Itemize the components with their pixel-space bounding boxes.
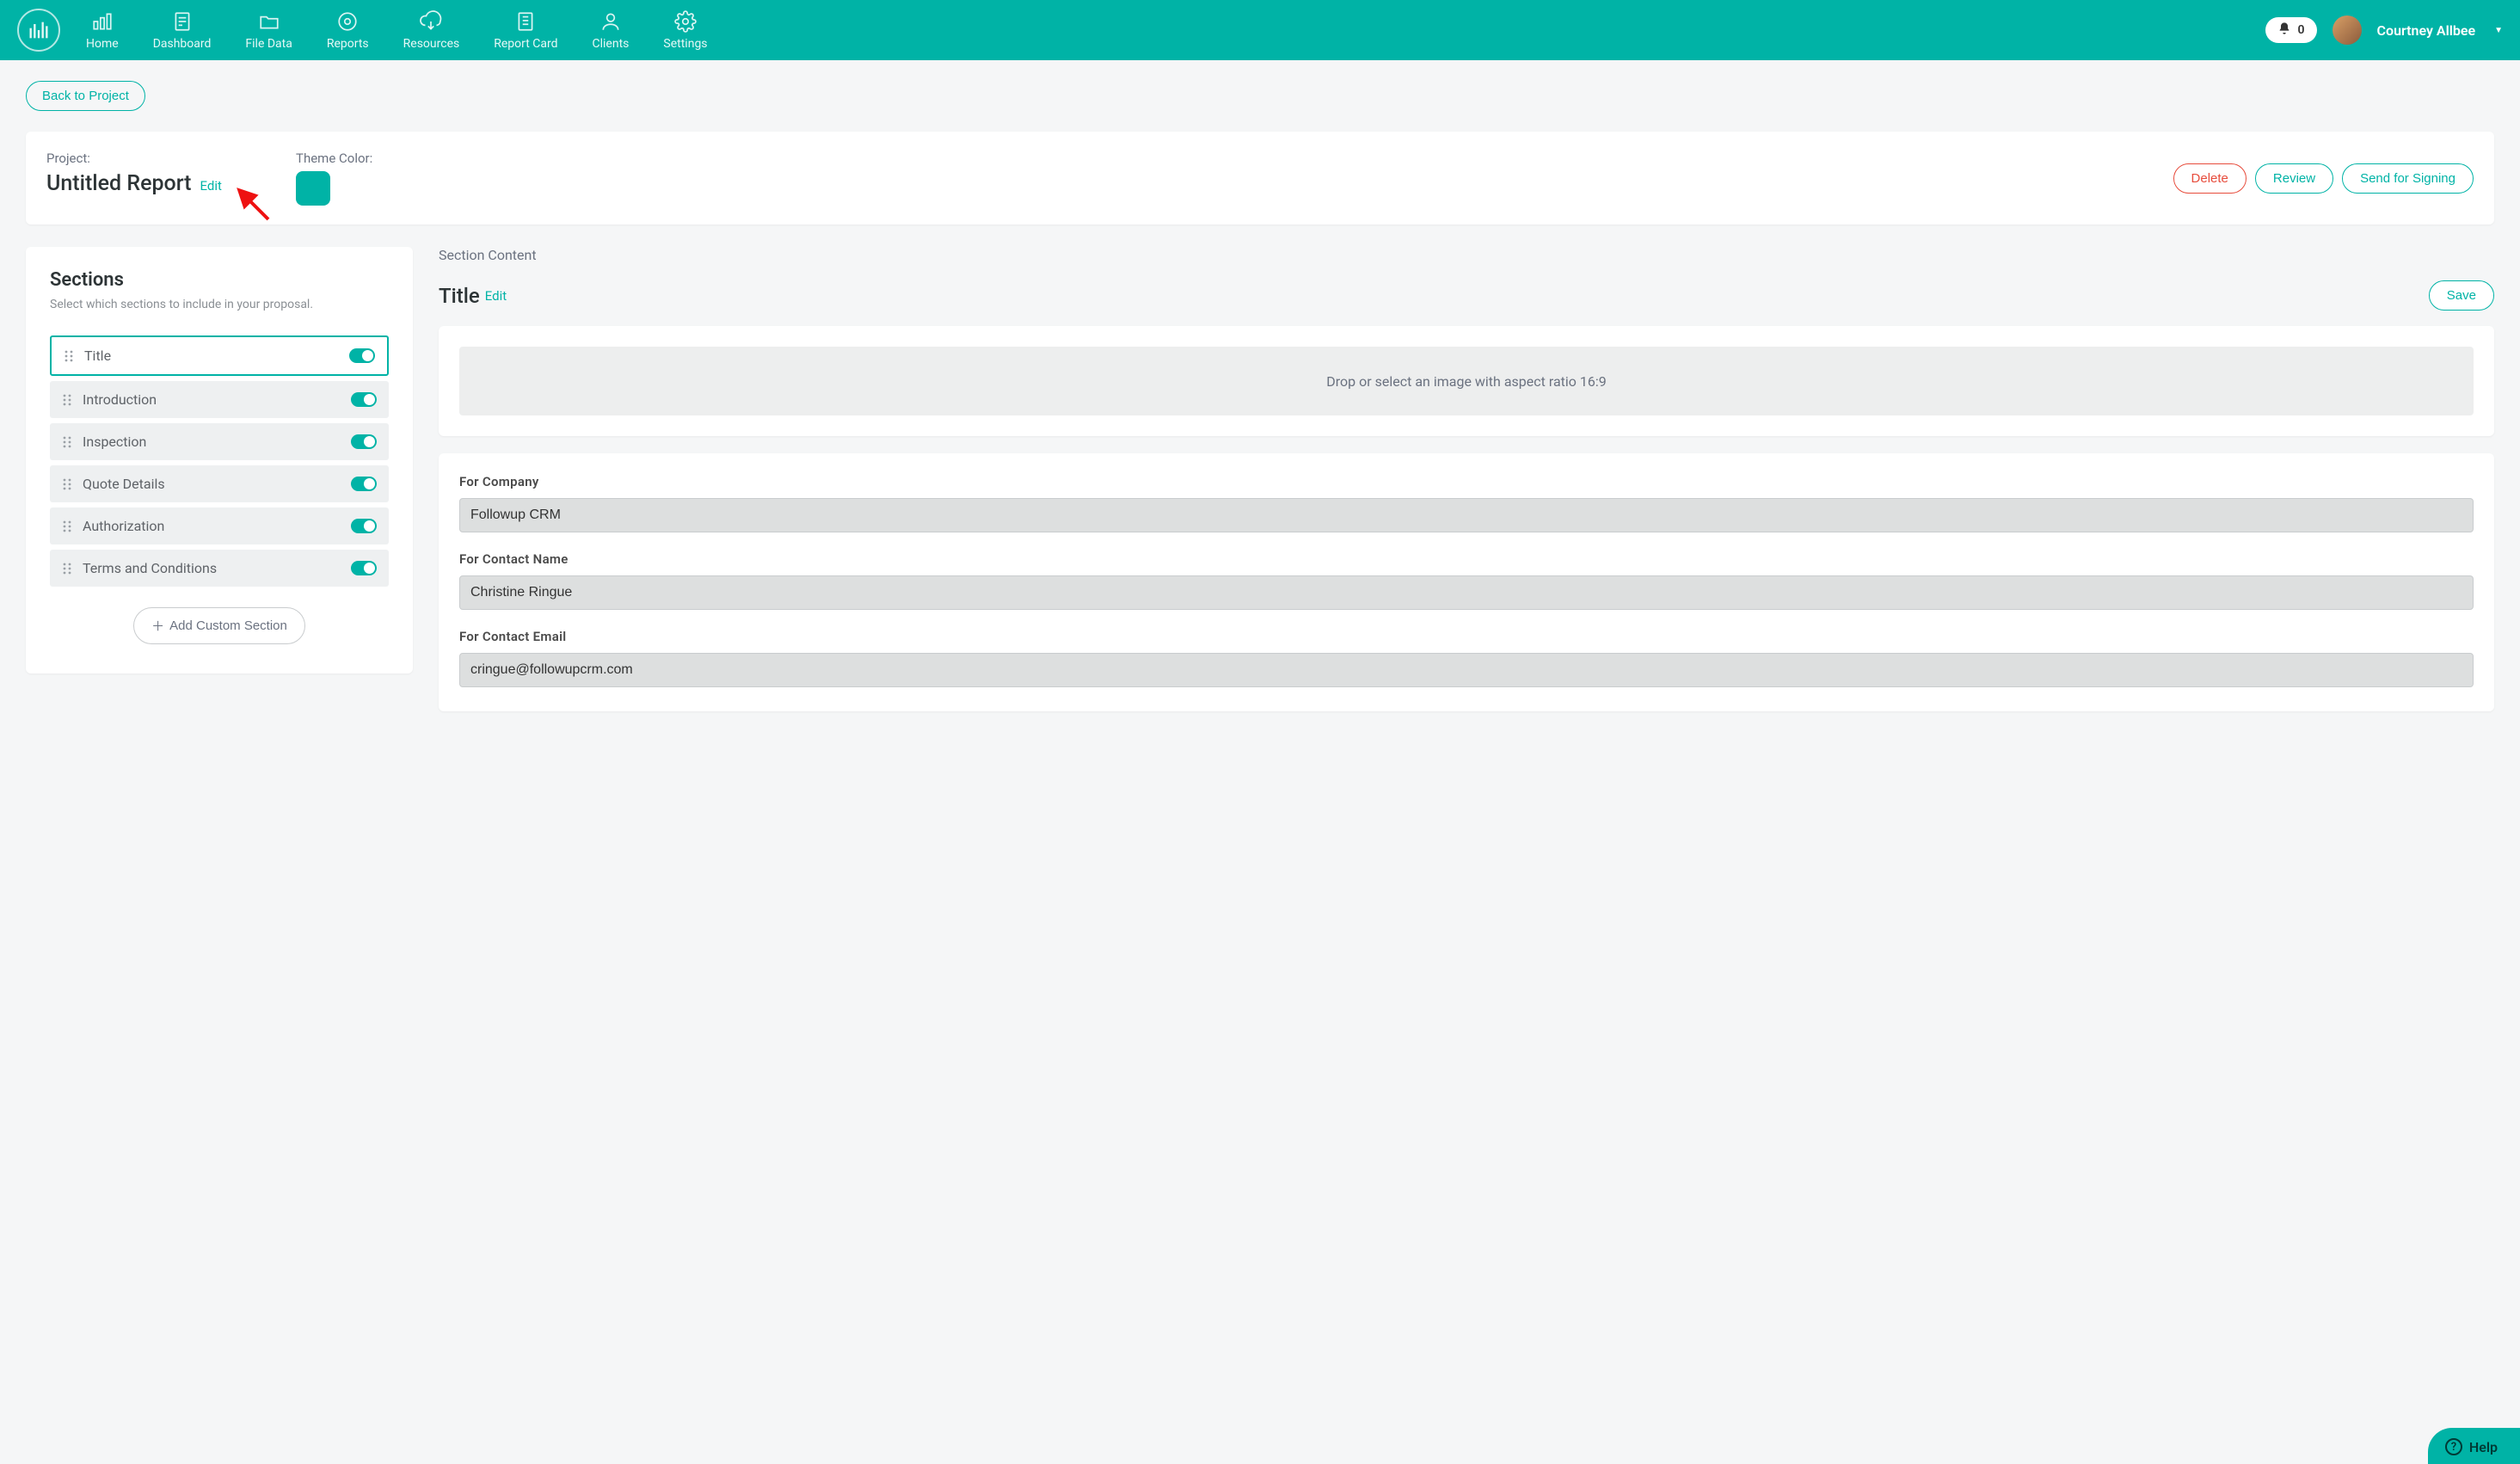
- contact-form-card: For Company For Contact Name For Contact…: [439, 453, 2494, 711]
- image-dropzone[interactable]: Drop or select an image with aspect rati…: [459, 347, 2474, 415]
- section-title: Title: [439, 284, 480, 308]
- nav-clients[interactable]: Clients: [593, 9, 630, 51]
- drag-handle-icon[interactable]: [62, 562, 72, 575]
- section-row-label: Terms and Conditions: [83, 560, 351, 576]
- send-for-signing-button[interactable]: Send for Signing: [2342, 163, 2474, 194]
- cloud-download-icon: [419, 9, 443, 34]
- section-toggle[interactable]: [351, 392, 377, 407]
- section-row-terms-and-conditions[interactable]: Terms and Conditions: [50, 550, 389, 587]
- section-row-label: Introduction: [83, 391, 351, 408]
- nav-reports[interactable]: Reports: [327, 9, 369, 51]
- disc-icon: [335, 9, 360, 34]
- section-row-authorization[interactable]: Authorization: [50, 507, 389, 544]
- nav-right: 0 Courtney Allbee ▼: [2265, 15, 2503, 45]
- nav-label: Resources: [403, 37, 460, 51]
- section-toggle[interactable]: [351, 561, 377, 575]
- sections-panel: Sections Select which sections to includ…: [26, 247, 413, 674]
- nav-label: Clients: [593, 37, 630, 51]
- nav-label: Home: [86, 37, 119, 51]
- theme-color-label: Theme Color:: [296, 151, 372, 166]
- top-nav: Home Dashboard File Data Reports Resourc…: [0, 0, 2520, 60]
- sections-subheading: Select which sections to include in your…: [50, 298, 389, 311]
- nav-label: File Data: [245, 37, 292, 51]
- section-toggle[interactable]: [351, 434, 377, 449]
- section-content-column: Section Content Title Edit Save Drop or …: [439, 247, 2494, 729]
- company-input[interactable]: [459, 498, 2474, 532]
- nav-items: Home Dashboard File Data Reports Resourc…: [86, 9, 2265, 51]
- nav-label: Report Card: [494, 37, 557, 51]
- clipboard-icon: [170, 9, 194, 34]
- nav-label: Reports: [327, 37, 369, 51]
- image-dropzone-card: Drop or select an image with aspect rati…: [439, 326, 2494, 436]
- contact-email-label: For Contact Email: [459, 629, 2474, 644]
- review-button[interactable]: Review: [2255, 163, 2333, 194]
- section-content-label: Section Content: [439, 247, 2494, 263]
- contact-name-input[interactable]: [459, 575, 2474, 610]
- report-icon: [513, 9, 538, 34]
- project-header-card: Project: Untitled Report Edit Theme Colo…: [26, 132, 2494, 225]
- theme-color-swatch[interactable]: [296, 171, 330, 206]
- project-label: Project:: [46, 151, 296, 166]
- section-row-label: Inspection: [83, 434, 351, 450]
- nav-label: Dashboard: [153, 37, 212, 51]
- section-row-title[interactable]: Title: [50, 335, 389, 376]
- section-row-label: Authorization: [83, 518, 351, 534]
- save-button[interactable]: Save: [2429, 280, 2494, 311]
- notification-count: 0: [2298, 23, 2305, 37]
- drag-handle-icon[interactable]: [64, 349, 74, 363]
- nav-dashboard[interactable]: Dashboard: [153, 9, 212, 51]
- delete-button[interactable]: Delete: [2173, 163, 2246, 194]
- company-label: For Company: [459, 474, 2474, 489]
- edit-project-title-link[interactable]: Edit: [200, 178, 221, 194]
- avatar[interactable]: [2333, 15, 2362, 45]
- section-row-label: Quote Details: [83, 476, 351, 492]
- nav-report-card[interactable]: Report Card: [494, 9, 557, 51]
- user-icon: [599, 9, 623, 34]
- add-custom-label: Add Custom Section: [169, 618, 287, 633]
- section-row-label: Title: [84, 348, 349, 364]
- drag-handle-icon[interactable]: [62, 477, 72, 491]
- notifications-button[interactable]: 0: [2265, 17, 2317, 43]
- nav-home[interactable]: Home: [86, 9, 119, 51]
- bell-icon: [2277, 22, 2291, 39]
- add-custom-section-button[interactable]: ＋ Add Custom Section: [133, 607, 305, 644]
- back-to-project-button[interactable]: Back to Project: [26, 81, 145, 111]
- section-row-inspection[interactable]: Inspection: [50, 423, 389, 460]
- help-icon: ?: [2445, 1438, 2462, 1455]
- folder-icon: [257, 9, 281, 34]
- drag-handle-icon[interactable]: [62, 435, 72, 449]
- section-row-introduction[interactable]: Introduction: [50, 381, 389, 418]
- gear-icon: [673, 9, 698, 34]
- section-row-quote-details[interactable]: Quote Details: [50, 465, 389, 502]
- help-label: Help: [2469, 1439, 2498, 1455]
- nav-settings[interactable]: Settings: [663, 9, 707, 51]
- nav-resources[interactable]: Resources: [403, 9, 460, 51]
- edit-section-title-link[interactable]: Edit: [485, 288, 507, 304]
- nav-label: Settings: [663, 37, 707, 51]
- drag-handle-icon[interactable]: [62, 393, 72, 407]
- help-widget[interactable]: ? Help: [2428, 1428, 2520, 1464]
- nav-file-data[interactable]: File Data: [245, 9, 292, 51]
- section-toggle[interactable]: [349, 348, 375, 363]
- contact-email-input[interactable]: [459, 653, 2474, 687]
- sections-heading: Sections: [50, 269, 389, 291]
- section-toggle[interactable]: [351, 477, 377, 491]
- project-title: Untitled Report: [46, 171, 192, 196]
- contact-name-label: For Contact Name: [459, 551, 2474, 567]
- drag-handle-icon[interactable]: [62, 520, 72, 533]
- bar-chart-icon: [90, 9, 114, 34]
- section-toggle[interactable]: [351, 519, 377, 533]
- chevron-down-icon[interactable]: ▼: [2494, 26, 2503, 35]
- logo-icon[interactable]: [17, 9, 60, 52]
- user-name[interactable]: Courtney Allbee: [2377, 22, 2476, 39]
- plus-icon: ＋: [151, 617, 164, 635]
